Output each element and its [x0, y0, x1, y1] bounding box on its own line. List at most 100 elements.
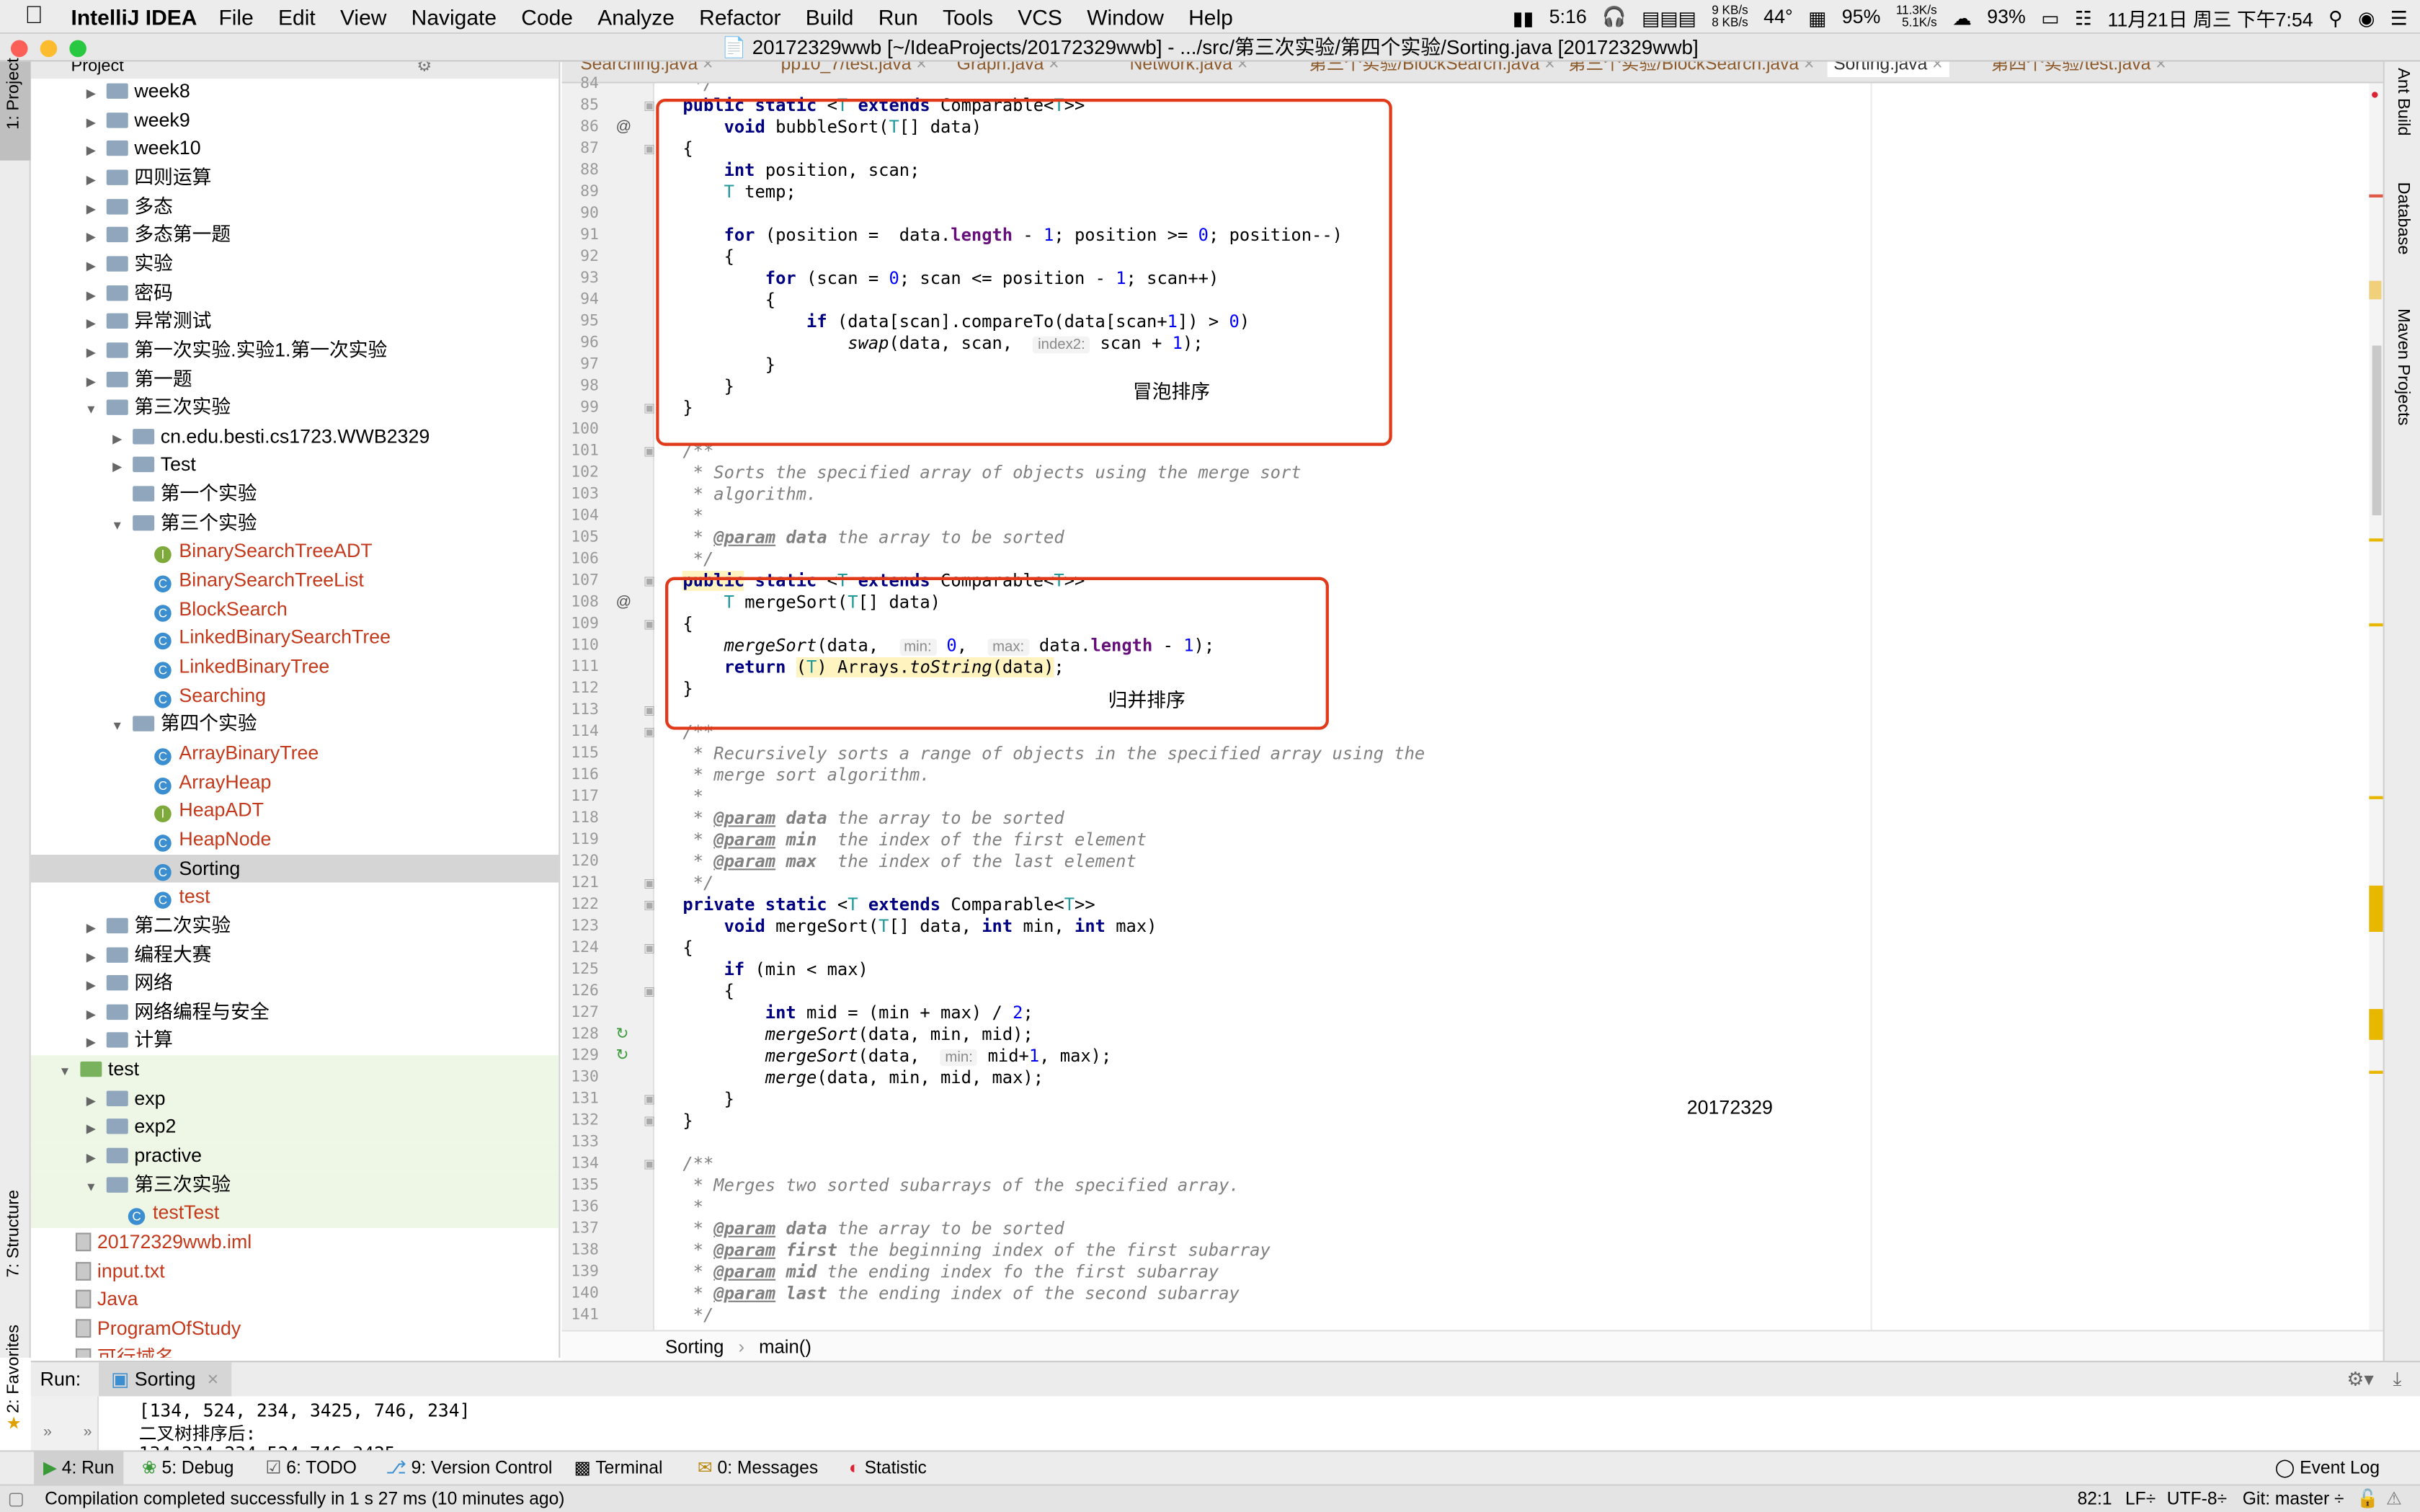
tree-item[interactable]: ▶ week10 [31, 135, 559, 166]
menu-help[interactable]: Help [1188, 4, 1233, 28]
tool-tab-debug[interactable]: ❀ 5: Debug [142, 1451, 233, 1485]
editor-tab[interactable]: 第三个实验/BlockSearch.java × [1309, 62, 1555, 77]
net-speed[interactable]: 9 KB/s 8 KB/s [1712, 4, 1748, 29]
menu-file[interactable]: File [218, 4, 253, 28]
menu-window[interactable]: Window [1087, 4, 1164, 28]
menu-analyze[interactable]: Analyze [597, 4, 675, 28]
tree-item[interactable]: Java [31, 1286, 559, 1315]
tree-item[interactable]: C Searching [31, 681, 559, 710]
tree-item[interactable]: C HeapNode [31, 825, 559, 854]
search-icon[interactable]: ⚲ [2328, 5, 2343, 29]
mem-meter-icon[interactable]: ▤▤▤ [1642, 5, 1696, 29]
tool-tab-version-control[interactable]: ⎇ 9: Version Control [386, 1451, 552, 1485]
project-tool-tab[interactable]: 1: Project [0, 58, 31, 161]
input-method-icon[interactable]: ☷ [2075, 5, 2092, 29]
inspector-icon[interactable]: ⚠ [2386, 1486, 2402, 1512]
menu-run[interactable]: Run [878, 4, 918, 28]
editor-tab[interactable]: 第四个实验/test.java × [1991, 62, 2166, 77]
minimize-window-button[interactable] [40, 40, 58, 58]
expand-arrow-icon[interactable]: ▶ [84, 943, 99, 972]
fold-marker-icon[interactable]: ▣ [644, 99, 655, 112]
tree-item[interactable]: ▶ 第一次实验.实验1.第一次实验 [31, 336, 559, 368]
menu-navigate[interactable]: Navigate [412, 4, 497, 28]
fold-marker-icon[interactable]: ▣ [644, 984, 655, 998]
fold-marker-icon[interactable]: ▣ [644, 876, 655, 890]
git-branch[interactable]: Git: master ÷ [2243, 1486, 2344, 1512]
fold-marker-icon[interactable]: ▣ [644, 725, 655, 739]
breadcrumb-file[interactable]: Sorting [665, 1336, 724, 1358]
fold-marker-icon[interactable]: ▣ [644, 445, 655, 458]
close-icon[interactable]: × [208, 1369, 219, 1390]
tree-item[interactable]: ▼ 第三次实验 [31, 393, 559, 425]
tree-item[interactable]: ▶ week8 [31, 77, 559, 106]
tree-item[interactable]: ▶ 第二次实验 [31, 912, 559, 943]
expand-arrow-icon[interactable]: ▶ [84, 972, 99, 1001]
fold-marker-icon[interactable]: ▣ [644, 1114, 655, 1128]
fold-marker-icon[interactable]: ▣ [644, 1093, 655, 1106]
menu-build[interactable]: Build [806, 4, 854, 28]
close-icon[interactable]: × [1932, 62, 1942, 74]
menu-refactor[interactable]: Refactor [699, 4, 780, 28]
zoom-window-button[interactable] [69, 40, 86, 58]
expand-arrow-icon[interactable]: ▼ [110, 512, 125, 541]
breadcrumb-method[interactable]: main() [759, 1336, 811, 1358]
expand-arrow-icon[interactable]: ▶ [84, 166, 99, 195]
tree-item[interactable]: 20172329wwb.iml [31, 1228, 559, 1257]
menu-vcs[interactable]: VCS [1018, 4, 1062, 28]
expand-arrow-icon[interactable]: ▶ [84, 339, 99, 368]
annotation-marker-icon[interactable]: @ [615, 594, 631, 611]
tree-item[interactable]: ▶ 四则运算 [31, 164, 559, 195]
tree-item[interactable]: ▶ exp [30, 1084, 559, 1116]
tree-item[interactable]: ▼ 第三次实验 [30, 1170, 559, 1200]
tree-item[interactable]: I BinarySearchTreeADT [31, 538, 559, 566]
tree-item[interactable]: C ArrayBinaryTree [31, 739, 559, 768]
clock-small[interactable]: 5:16 [1549, 6, 1587, 28]
expand-arrow-icon[interactable]: ▶ [84, 1116, 99, 1145]
file-encoding[interactable]: UTF-8÷ [2167, 1486, 2227, 1512]
editor-tab[interactable]: Searching.java × [580, 62, 713, 77]
tree-item[interactable]: Ctest [31, 883, 559, 912]
fold-marker-icon[interactable]: ▣ [644, 617, 655, 631]
expand-arrow-icon[interactable]: ▶ [84, 109, 99, 138]
expand-arrow-icon[interactable]: ▶ [110, 454, 125, 483]
maven-projects-tab[interactable]: Maven Projects [2385, 308, 2419, 478]
datetime[interactable]: 11月21日 周三 下午7:54 [2107, 2, 2313, 32]
tree-item[interactable]: ▶ 密码 [31, 279, 559, 308]
expand-arrow-icon[interactable]: ▼ [84, 396, 99, 425]
menu-view[interactable]: View [340, 4, 386, 28]
editor-tab[interactable]: Graph.java × [957, 62, 1059, 77]
tree-item[interactable]: ▶ 多态 [31, 192, 559, 221]
more-icon[interactable]: » [84, 1424, 92, 1441]
expand-arrow-icon[interactable]: ▶ [84, 1001, 99, 1030]
battery-small-icon[interactable]: ▮▮ [1513, 5, 1534, 29]
cpu-readout[interactable]: 95% [1842, 6, 1881, 28]
menu-edit[interactable]: Edit [278, 4, 316, 28]
expand-arrow-icon[interactable]: ▶ [84, 138, 99, 166]
temp-readout[interactable]: 44° [1763, 6, 1792, 28]
tree-item[interactable]: C ArrayHeap [31, 768, 559, 796]
tree-item[interactable]: I HeapADT [31, 796, 559, 825]
expand-arrow-icon[interactable]: ▶ [84, 915, 99, 943]
tree-item[interactable]: ▶ 网络 [31, 969, 559, 1001]
tree-item[interactable]: ▶ 实验 [31, 250, 559, 279]
tree-item[interactable]: ▶ 编程大赛 [31, 940, 559, 972]
tree-item[interactable]: 可行域名 [31, 1343, 559, 1358]
expand-arrow-icon[interactable]: ▶ [84, 1088, 99, 1116]
tree-item[interactable]: ProgramOfStudy [31, 1315, 559, 1343]
gear-icon[interactable]: ⚙▾ [2346, 1362, 2373, 1396]
tree-item[interactable]: C Sorting [30, 854, 559, 883]
scroll-thumb[interactable] [2372, 345, 2382, 516]
tree-item[interactable]: CtestTest [30, 1199, 559, 1228]
expand-arrow-icon[interactable]: ▶ [84, 311, 99, 339]
menu-code[interactable]: Code [521, 4, 573, 28]
tree-item[interactable]: C BlockSearch [31, 595, 559, 624]
lock-icon[interactable]: 🔓 [2357, 1486, 2379, 1512]
tree-item[interactable]: C LinkedBinarySearchTree [31, 624, 559, 653]
speed-readout[interactable]: 11.3K/s 5.1K/s [1896, 4, 1937, 29]
editor-tab[interactable]: 第三个实验/BlockSearch.java × [1568, 62, 1815, 77]
close-icon[interactable]: × [703, 62, 713, 74]
expand-arrow-icon[interactable]: ▶ [84, 224, 99, 253]
tree-item[interactable]: input.txt [31, 1257, 559, 1286]
tool-tab-run[interactable]: ▶ 4: Run [34, 1451, 124, 1486]
run-tab-sorting[interactable]: ▣ Sorting × [98, 1362, 231, 1397]
